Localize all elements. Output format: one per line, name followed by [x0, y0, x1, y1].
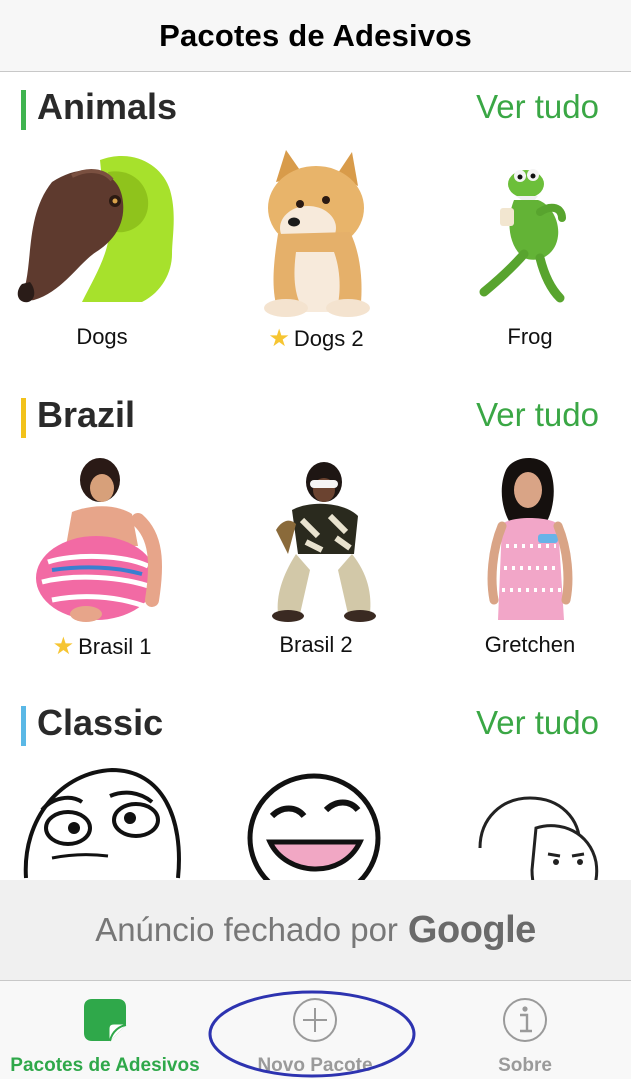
page-title: Pacotes de Adesivos	[159, 17, 472, 53]
sticker-label: ★ Brasil 1	[52, 633, 152, 660]
section-classic: Classic Ver tudo	[0, 688, 631, 880]
woman-in-pink-dress-sticker	[487, 458, 573, 620]
ad-banner: Anúncio fechado por Google	[0, 880, 631, 980]
star-icon: ★	[52, 633, 75, 660]
sticker-label: Gretchen	[484, 632, 576, 657]
google-logo: Google	[407, 908, 536, 951]
dog-in-hoodie-sticker	[17, 155, 174, 303]
rage-face-sticker	[23, 767, 181, 879]
section-title: Classic	[37, 702, 164, 743]
sticker-label: ★ Dogs 2	[268, 325, 364, 352]
section-header: Animals Ver tudo	[0, 72, 631, 132]
sticker-label: Brasil 2	[279, 632, 353, 657]
section-header: Classic Ver tudo	[0, 688, 631, 748]
pregnant-woman-sticker	[36, 458, 163, 622]
star-icon: ★	[268, 325, 290, 352]
section-header: Brazil Ver tudo	[0, 380, 631, 440]
tab-about[interactable]: Sobre	[420, 981, 630, 1079]
kermit-frog-sticker	[479, 169, 566, 303]
tab-label: Novo Pacote	[257, 1055, 373, 1076]
tab-label: Pacotes de Adesivos	[10, 1055, 200, 1076]
laughing-face-sticker	[247, 773, 381, 880]
section-accent-bar	[21, 90, 26, 130]
info-circle-icon	[503, 998, 547, 1042]
sticker-label: Dogs	[76, 324, 128, 349]
doge-sticker	[264, 150, 370, 317]
section-accent-bar	[21, 706, 26, 746]
section-title: Brazil	[37, 394, 136, 435]
sticker-pack-list[interactable]: Animals Ver tudo Dogs ★ Dogs 2 Frog Braz…	[0, 72, 631, 880]
plus-circle-icon	[293, 998, 337, 1042]
section-brazil: Brazil Ver tudo ★ Brasil 1 Brasil 2 Gret…	[0, 380, 631, 688]
section-title: Animals	[37, 86, 178, 127]
crouching-woman-sticker	[272, 462, 376, 622]
section-animals: Animals Ver tudo Dogs ★ Dogs 2 Frog	[0, 72, 631, 380]
see-all-link[interactable]: Ver tudo	[476, 704, 599, 742]
tab-new-pack[interactable]: Novo Pacote	[210, 981, 420, 1079]
sticker-label: Frog	[507, 324, 553, 349]
sticker-pack-icon	[84, 999, 127, 1042]
tab-bar: Pacotes de Adesivos Novo Pacote Sobre	[0, 980, 631, 1079]
section-accent-bar	[21, 398, 26, 438]
ad-closed-text: Anúncio fechado por	[95, 911, 398, 948]
navigation-bar: Pacotes de Adesivos	[0, 0, 631, 72]
friend-hug-face-sticker	[478, 796, 599, 880]
tab-label: Sobre	[498, 1055, 552, 1076]
see-all-link[interactable]: Ver tudo	[476, 396, 599, 434]
see-all-link[interactable]: Ver tudo	[476, 88, 599, 126]
tab-sticker-packs[interactable]: Pacotes de Adesivos	[0, 981, 210, 1079]
